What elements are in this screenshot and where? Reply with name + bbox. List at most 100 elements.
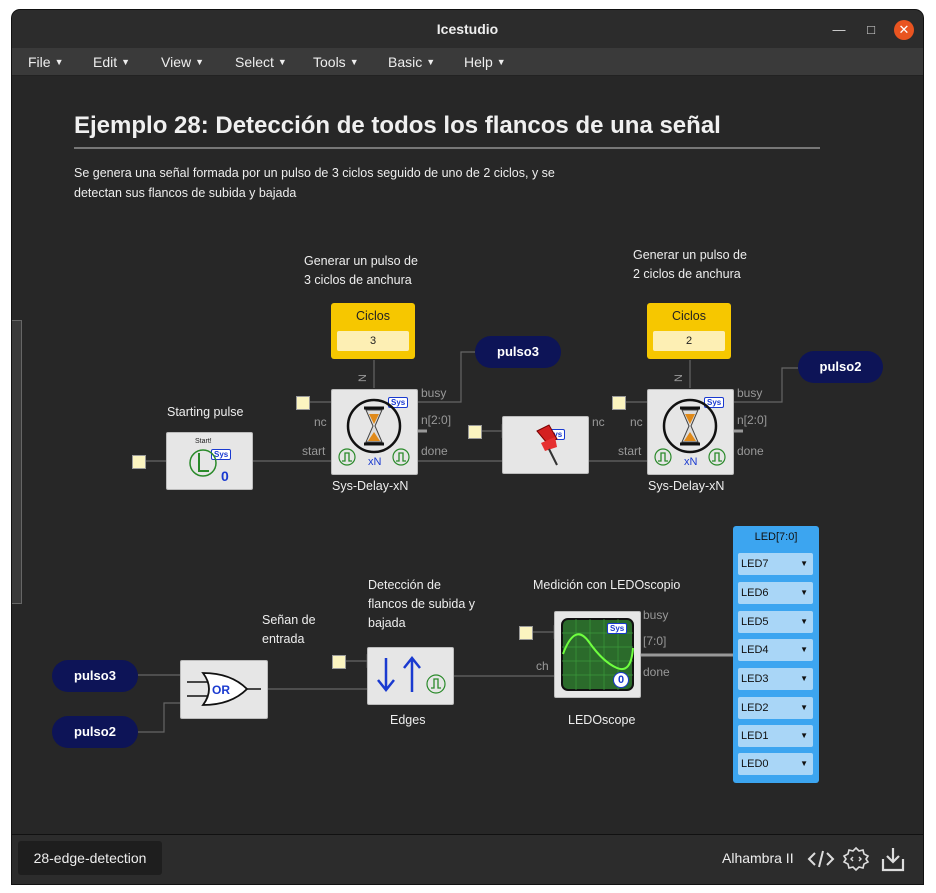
start-zero: 0 <box>221 468 229 484</box>
port-busy: busy <box>737 386 763 400</box>
hourglass-icon <box>662 398 718 454</box>
xn-text: xN <box>684 456 698 468</box>
port-n: N <box>672 374 685 382</box>
led-select-value: LED0 <box>741 758 769 770</box>
constant-title: Ciclos <box>355 309 391 323</box>
input-connector[interactable] <box>296 396 310 410</box>
input-connector[interactable] <box>519 626 533 640</box>
delay-block-1[interactable]: Sys xN <box>331 389 418 475</box>
chevron-down-icon: ▼ <box>800 674 808 683</box>
led-select-value: LED3 <box>741 673 769 685</box>
input-connector[interactable] <box>468 425 482 439</box>
code-icon[interactable] <box>807 845 835 873</box>
pulse-icon <box>708 448 726 466</box>
port-busy: busy <box>421 386 447 400</box>
edges-icon <box>377 655 446 694</box>
port-n20: n[2:0] <box>421 413 452 427</box>
note-line: flancos de subida y <box>368 597 476 611</box>
or-gate-block[interactable]: OR <box>180 660 268 719</box>
note-line: Señan de <box>262 613 316 627</box>
port-start: start <box>618 444 642 458</box>
constant-ciclos-2[interactable]: Ciclos 2 <box>647 303 731 359</box>
pulse-icon <box>338 448 356 466</box>
led-select[interactable]: LED7 ▼ <box>738 553 813 575</box>
port-busy: busy <box>643 608 669 622</box>
led-select[interactable]: LED0 ▼ <box>738 753 813 775</box>
port-n: N <box>356 374 369 382</box>
chevron-down-icon: ▼ <box>800 617 808 626</box>
app-window: Icestudio — □ ✕ File ▼ Edit ▼ View ▼ Select… <box>12 10 923 884</box>
port-nc: nc <box>314 415 327 429</box>
ledoscope-block[interactable]: Sys 0 <box>554 611 641 698</box>
build-gear-icon[interactable] <box>842 845 870 873</box>
chevron-down-icon: ▼ <box>800 731 808 740</box>
ledoscope-zero: 0 <box>613 672 629 688</box>
board-name[interactable]: Alhambra II <box>722 850 794 866</box>
led-panel-title: LED[7:0] <box>754 531 798 543</box>
footer-bar: 28-edge-detection Alhambra II <box>12 834 923 884</box>
delay-block-2[interactable]: Sys xN <box>647 389 734 475</box>
start-text: Start! <box>195 438 212 445</box>
port-bus70: [7:0] <box>643 634 667 648</box>
port-done: done <box>643 665 670 679</box>
input-connector[interactable] <box>332 655 346 669</box>
note-line: Detección de <box>368 578 441 592</box>
input-connector[interactable] <box>612 396 626 410</box>
led-select[interactable]: LED5 ▼ <box>738 611 813 633</box>
led-select-value: LED4 <box>741 644 769 656</box>
note-starting: Starting pulse <box>167 405 244 419</box>
note-line: Generar un pulso de <box>304 254 418 268</box>
label-pulso3-out[interactable]: pulso3 <box>475 336 561 368</box>
or-text: OR <box>212 683 230 697</box>
note-line: bajada <box>368 616 406 630</box>
led-select[interactable]: LED1 ▼ <box>738 725 813 747</box>
led-select[interactable]: LED3 ▼ <box>738 668 813 690</box>
constant-value[interactable]: 3 <box>337 331 409 351</box>
label-pulso2-out[interactable]: pulso2 <box>798 351 883 383</box>
start-pulse-block[interactable]: Start! Sys 0 <box>166 432 253 490</box>
port-start: start <box>302 444 326 458</box>
port-done: done <box>421 444 448 458</box>
led-select[interactable]: LED4 ▼ <box>738 639 813 661</box>
label-pulso3-in[interactable]: pulso3 <box>52 660 138 692</box>
hourglass-icon <box>346 398 402 454</box>
chevron-down-icon: ▼ <box>800 703 808 712</box>
note-line: Generar un pulso de <box>633 248 747 262</box>
input-connector[interactable] <box>132 455 146 469</box>
ledoscope-label: LEDOscope <box>568 713 636 727</box>
chevron-down-icon: ▼ <box>800 645 808 654</box>
power-on-icon <box>189 449 217 477</box>
note-pulse2: Generar un pulso de 2 ciclos de anchura <box>633 246 747 284</box>
note-line: entrada <box>262 632 305 646</box>
pushpin-icon <box>536 424 558 466</box>
pin-block[interactable]: Sys <box>502 416 589 474</box>
led-select-value: LED5 <box>741 616 769 628</box>
port-ch: ch <box>536 659 549 673</box>
chevron-down-icon: ▼ <box>800 559 808 568</box>
edges-label: Edges <box>390 713 426 727</box>
pulse-icon <box>392 448 410 466</box>
pulse-icon <box>654 448 672 466</box>
port-nc: nc <box>630 415 643 429</box>
note-ledoscope: Medición con LEDOscopio <box>533 578 681 592</box>
edges-block[interactable] <box>367 647 454 705</box>
constant-value[interactable]: 2 <box>653 331 725 351</box>
led-select[interactable]: LED6 ▼ <box>738 582 813 604</box>
port-nc: nc <box>592 415 605 429</box>
label-pulso2-in[interactable]: pulso2 <box>52 716 138 748</box>
note-line: 3 ciclos de anchura <box>304 273 412 287</box>
led-select-value: LED7 <box>741 558 769 570</box>
chevron-down-icon: ▼ <box>800 588 808 597</box>
led-select-value: LED6 <box>741 587 769 599</box>
led-select-value: LED2 <box>741 702 769 714</box>
port-n20: n[2:0] <box>737 413 768 427</box>
note-pulse3: Generar un pulso de 3 ciclos de anchura <box>304 252 418 290</box>
sys-badge: Sys <box>607 623 628 634</box>
project-tab[interactable]: 28-edge-detection <box>18 841 162 875</box>
led-select[interactable]: LED2 ▼ <box>738 697 813 719</box>
led-output-panel[interactable]: LED[7:0] LED7 ▼ LED6 ▼ LED5 ▼ LED4 ▼ LED3 ▼ L… <box>733 526 819 783</box>
chevron-down-icon: ▼ <box>800 759 808 768</box>
constant-title: Ciclos <box>671 309 707 323</box>
constant-ciclos-3[interactable]: Ciclos 3 <box>331 303 415 359</box>
upload-icon[interactable] <box>879 845 907 873</box>
